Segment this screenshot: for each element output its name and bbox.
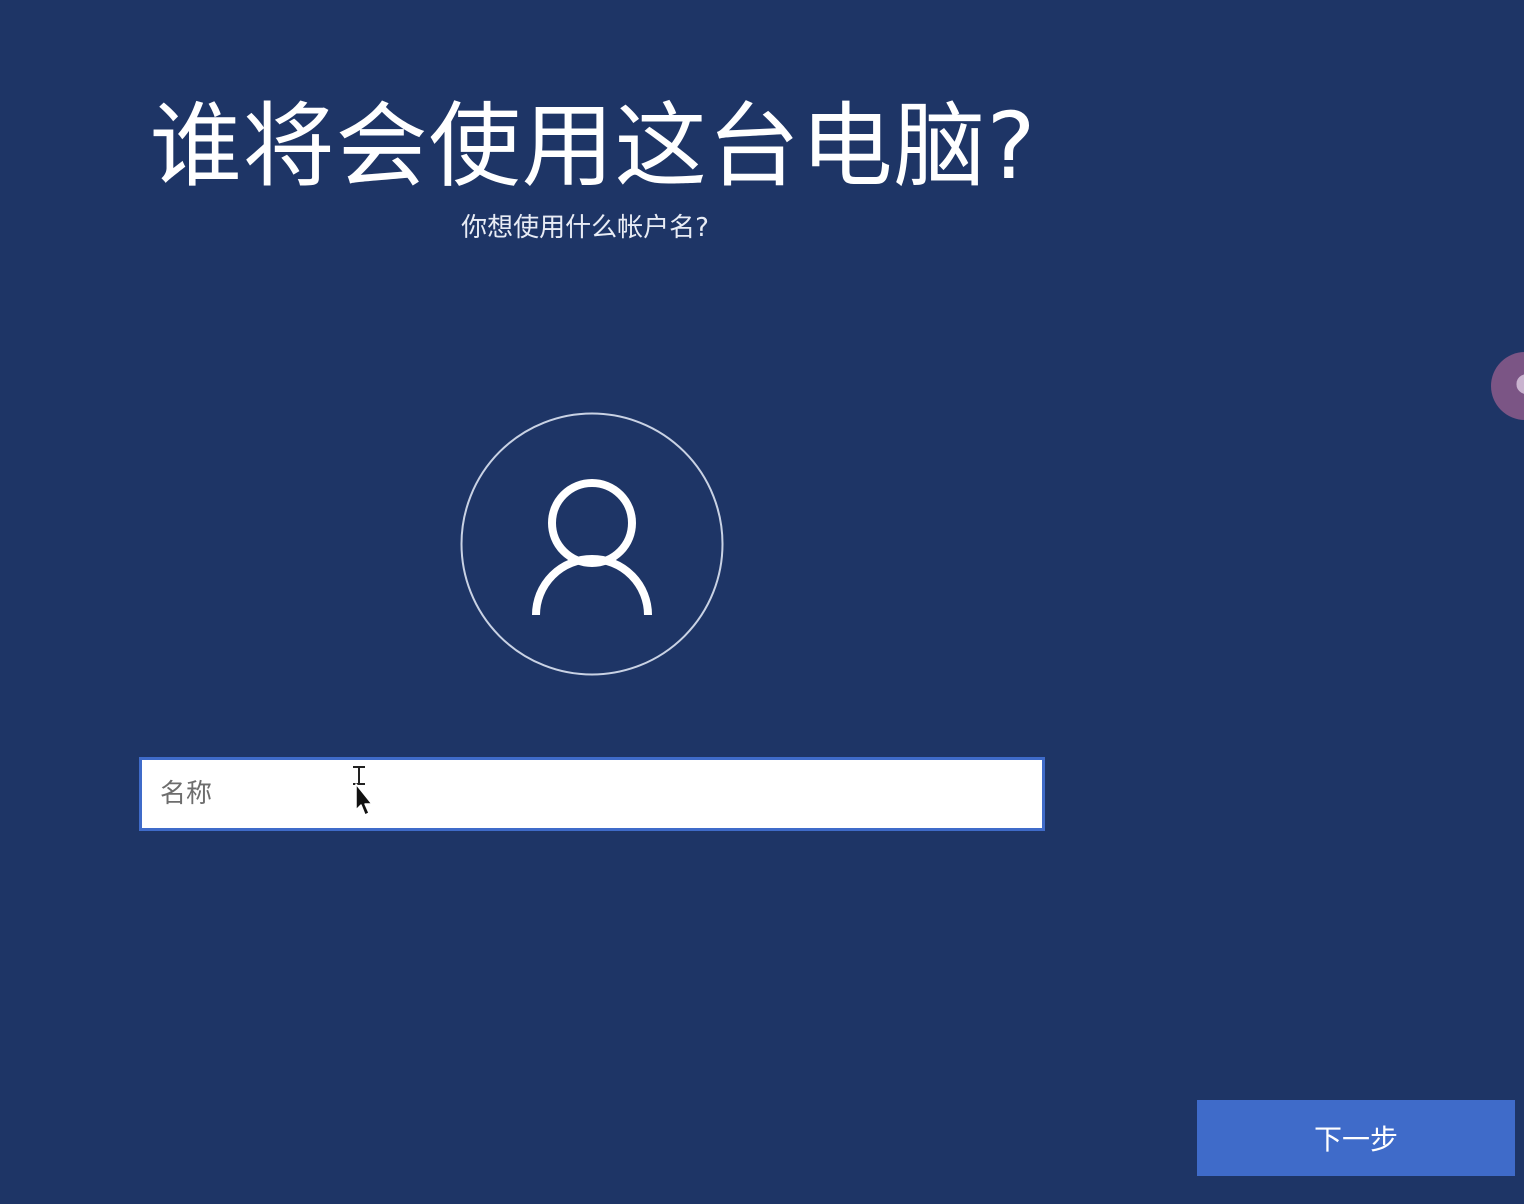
page-title: 谁将会使用这台电脑?	[149, 93, 1037, 200]
account-name-input[interactable]	[139, 757, 1045, 831]
page-subtitle: 你想使用什么帐户名?	[461, 213, 709, 243]
side-panel-handle[interactable]: ◖	[1491, 352, 1524, 420]
next-button[interactable]: 下一步	[1197, 1100, 1515, 1176]
user-avatar-icon	[460, 412, 724, 676]
side-handle-icon: ◖	[1515, 368, 1524, 398]
